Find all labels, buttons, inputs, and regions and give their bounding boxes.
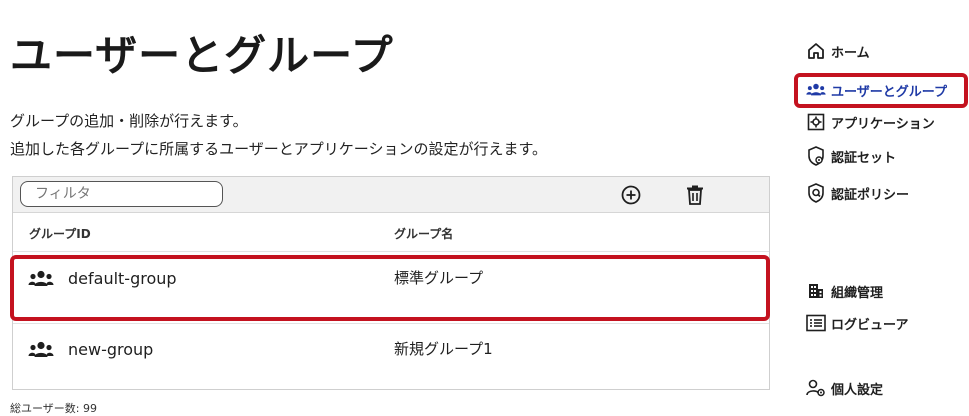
- sidebar-item-applications[interactable]: アプリケーション: [806, 110, 935, 134]
- sidebar-item-label: ユーザーとグループ: [831, 84, 947, 100]
- filter-input[interactable]: [20, 181, 223, 207]
- table-toolbar: [13, 177, 769, 213]
- table-row[interactable]: new-group 新規グループ1: [13, 325, 769, 390]
- delete-group-button[interactable]: [683, 183, 707, 207]
- sidebar-item-auth-sets[interactable]: 認証セット: [806, 144, 896, 168]
- page-description-1: グループの追加・削除が行えます。: [10, 112, 248, 130]
- sidebar-item-home[interactable]: ホーム: [806, 39, 870, 63]
- group-name-cell: 新規グループ1: [394, 340, 493, 358]
- sidebar-item-log-viewer[interactable]: ログビューア: [806, 311, 908, 335]
- group-id-cell: new-group: [68, 340, 154, 359]
- building-icon: [806, 281, 826, 301]
- sidebar-item-personal-settings[interactable]: 個人設定: [806, 376, 883, 400]
- total-user-count: 総ユーザー数: 99: [10, 402, 97, 415]
- plus-circle-icon: [621, 185, 641, 205]
- page-title: ユーザーとグループ: [10, 31, 394, 80]
- group-id-cell: default-group: [68, 269, 177, 288]
- sidebar-item-label: 組織管理: [831, 285, 884, 301]
- sidebar-item-label: 認証セット: [831, 150, 897, 166]
- page-description-2: 追加した各グループに所属するユーザーとアプリケーションの設定が行えます。: [10, 140, 548, 158]
- sidebar-item-label: アプリケーション: [831, 116, 935, 132]
- app-gear-icon: [806, 112, 826, 132]
- user-gear-icon: [806, 378, 826, 398]
- sidebar-item-auth-policy[interactable]: 認証ポリシー: [806, 181, 909, 205]
- log-list-icon: [806, 313, 826, 333]
- sidebar-item-organization[interactable]: 組織管理: [806, 279, 883, 303]
- group-icon: [28, 270, 54, 286]
- sidebar-item-users-groups[interactable]: ユーザーとグループ: [806, 78, 947, 102]
- sidebar-item-label: ログビューア: [831, 317, 909, 333]
- group-name-cell: 標準グループ: [394, 269, 484, 287]
- shield-lock-icon: [806, 183, 826, 203]
- home-icon: [806, 41, 826, 61]
- table-row[interactable]: default-group 標準グループ: [13, 252, 769, 324]
- group-table: グループID グループ名 default-group 標準グループ new-gr…: [12, 176, 770, 390]
- column-header-group-id[interactable]: グループID: [29, 225, 91, 242]
- users-icon: [806, 80, 826, 100]
- column-header-group-name[interactable]: グループ名: [394, 225, 453, 242]
- group-icon: [28, 341, 54, 357]
- add-group-button[interactable]: [619, 183, 643, 207]
- trash-icon: [687, 185, 703, 205]
- sidebar-item-label: 認証ポリシー: [831, 187, 910, 203]
- shield-gear-icon: [806, 146, 826, 166]
- sidebar-item-label: ホーム: [831, 45, 870, 61]
- sidebar-item-label: 個人設定: [831, 382, 884, 398]
